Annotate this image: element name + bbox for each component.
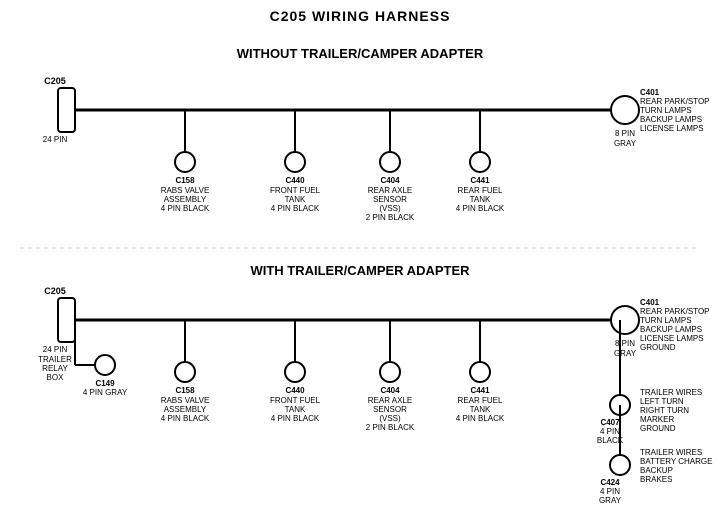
svg-text:TANK: TANK [470,195,491,204]
svg-text:C401: C401 [640,298,660,307]
svg-text:MARKER: MARKER [640,415,674,424]
svg-text:SENSOR: SENSOR [373,195,407,204]
svg-text:2 PIN BLACK: 2 PIN BLACK [366,213,415,222]
svg-text:TANK: TANK [285,405,306,414]
svg-text:C401: C401 [640,88,660,97]
svg-text:TANK: TANK [285,195,306,204]
svg-text:C158: C158 [175,176,195,185]
svg-text:C424: C424 [600,478,620,487]
svg-text:C158: C158 [175,386,195,395]
svg-text:C441: C441 [470,386,490,395]
svg-text:LEFT TURN: LEFT TURN [640,397,684,406]
svg-text:24 PIN: 24 PIN [43,345,68,354]
svg-text:REAR FUEL: REAR FUEL [458,186,503,195]
svg-text:4 PIN BLACK: 4 PIN BLACK [456,204,505,213]
svg-text:BRAKES: BRAKES [640,475,672,484]
svg-text:4 PIN GRAY: 4 PIN GRAY [83,388,128,397]
svg-text:ASSEMBLY: ASSEMBLY [164,195,207,204]
svg-text:4 PIN BLACK: 4 PIN BLACK [271,204,320,213]
svg-text:2 PIN BLACK: 2 PIN BLACK [366,423,415,432]
svg-text:BATTERY CHARGE: BATTERY CHARGE [640,457,712,466]
svg-text:4 PIN: 4 PIN [600,487,620,496]
svg-text:BOX: BOX [47,373,65,382]
svg-text:TRAILER: TRAILER [38,355,72,364]
svg-text:BACKUP: BACKUP [640,466,673,475]
svg-text:GRAY: GRAY [599,496,622,505]
svg-text:LICENSE LAMPS: LICENSE LAMPS [640,334,704,343]
svg-text:C440: C440 [285,176,305,185]
svg-text:8 PIN: 8 PIN [615,339,635,348]
svg-text:RELAY: RELAY [42,364,68,373]
svg-text:ASSEMBLY: ASSEMBLY [164,405,207,414]
svg-text:TRAILER WIRES: TRAILER WIRES [640,448,702,457]
svg-text:LICENSE LAMPS: LICENSE LAMPS [640,124,704,133]
svg-text:TURN LAMPS: TURN LAMPS [640,316,692,325]
svg-text:8 PIN: 8 PIN [615,129,635,138]
svg-text:24 PIN: 24 PIN [43,135,68,144]
svg-text:C404: C404 [380,176,400,185]
svg-text:C205: C205 [44,76,66,86]
svg-text:C440: C440 [285,386,305,395]
svg-text:REAR PARK/STOP: REAR PARK/STOP [640,97,710,106]
svg-text:FRONT FUEL: FRONT FUEL [270,186,321,195]
svg-text:GRAY: GRAY [614,349,637,358]
section1-label: WITHOUT TRAILER/CAMPER ADAPTER [237,46,484,61]
svg-text:GROUND: GROUND [640,424,676,433]
svg-text:C441: C441 [470,176,490,185]
svg-text:REAR FUEL: REAR FUEL [458,396,503,405]
svg-text:4 PIN BLACK: 4 PIN BLACK [161,414,210,423]
svg-text:TURN LAMPS: TURN LAMPS [640,106,692,115]
svg-text:(VSS): (VSS) [379,414,401,423]
svg-text:BACKUP LAMPS: BACKUP LAMPS [640,325,702,334]
svg-text:BACKUP LAMPS: BACKUP LAMPS [640,115,702,124]
svg-text:REAR AXLE: REAR AXLE [368,186,412,195]
diagram-container: C205 WIRING HARNESS WITHOUT TRAILER/CAMP… [0,0,720,517]
svg-text:WITH TRAILER/CAMPER ADAPTER: WITH TRAILER/CAMPER ADAPTER [250,263,470,278]
svg-text:C205: C205 [44,286,66,296]
svg-text:FRONT FUEL: FRONT FUEL [270,396,321,405]
svg-text:REAR AXLE: REAR AXLE [368,396,412,405]
svg-text:SENSOR: SENSOR [373,405,407,414]
svg-text:C404: C404 [380,386,400,395]
svg-text:4 PIN BLACK: 4 PIN BLACK [456,414,505,423]
svg-text:TANK: TANK [470,405,491,414]
svg-text:GRAY: GRAY [614,139,637,148]
svg-text:4 PIN BLACK: 4 PIN BLACK [271,414,320,423]
svg-text:RIGHT TURN: RIGHT TURN [640,406,689,415]
svg-text:C149: C149 [95,379,115,388]
svg-text:4 PIN BLACK: 4 PIN BLACK [161,204,210,213]
svg-text:REAR PARK/STOP: REAR PARK/STOP [640,307,710,316]
svg-text:RABS VALVE: RABS VALVE [161,396,210,405]
svg-text:(VSS): (VSS) [379,204,401,213]
svg-text:C407: C407 [600,418,620,427]
svg-text:TRAILER WIRES: TRAILER WIRES [640,388,702,397]
svg-text:RABS VALVE: RABS VALVE [161,186,210,195]
svg-text:GROUND: GROUND [640,343,676,352]
svg-text:4 PIN: 4 PIN [600,427,620,436]
